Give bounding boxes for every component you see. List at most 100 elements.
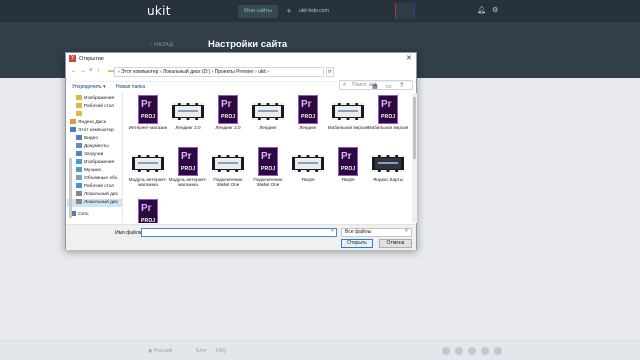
new-folder-button[interactable]: Новая папка (116, 84, 145, 90)
folder-icon (76, 95, 82, 100)
preview-pane-icon[interactable]: ▭ (386, 83, 392, 90)
odnoklassniki-icon[interactable] (455, 347, 463, 355)
back-link[interactable]: ‹ НАЗАД (150, 42, 173, 48)
file-item[interactable]: Pr PROJ Модуль интернет-магазина (168, 146, 208, 190)
file-item[interactable]: Pr PROJ Якоря (328, 146, 368, 190)
sidebar-item[interactable]: Объемные объ (67, 175, 122, 183)
app-icon: Y (69, 55, 76, 62)
vk-icon[interactable] (442, 347, 450, 355)
file-item[interactable]: Pr PROJ Лендинг 2.0 (208, 94, 248, 138)
forward-arrow-icon[interactable]: → (80, 68, 86, 74)
file-name: Модуль интернет-магазина (128, 177, 168, 187)
view-options-icon[interactable]: ▦ (372, 83, 378, 90)
sidebar-item-label: Музыка (84, 168, 101, 173)
site-preview-thumbnail (395, 3, 415, 19)
faq-link[interactable]: FAQ (216, 348, 226, 354)
command-bar: Упорядочить ▾ Новая папка ▦ ▭ ? (66, 81, 416, 92)
filename-input[interactable] (141, 228, 337, 237)
sidebar-item[interactable]: Этот компьютер (67, 127, 122, 135)
file-extension: PROJ (381, 114, 396, 120)
sidebar-item[interactable]: Рабочий стол (67, 183, 122, 191)
twitter-icon[interactable] (481, 347, 489, 355)
close-button[interactable]: ✕ (406, 54, 412, 62)
address-bar[interactable]: › Этот компьютер › Локальный диск (D:) ›… (114, 67, 324, 77)
file-name: Якоря (301, 177, 315, 182)
sidebar-item-label: Сеть (78, 212, 89, 217)
file-item[interactable]: Pr PROJ Мобильная версия (368, 94, 408, 138)
file-item[interactable]: Подключение Wallet One (208, 146, 248, 190)
facebook-icon[interactable] (468, 347, 476, 355)
desktop-icon (76, 183, 82, 188)
video-icon (76, 135, 82, 140)
file-item[interactable]: Pr PROJ Подключение Wallet One (248, 146, 288, 190)
premiere-project-icon: Pr PROJ (178, 147, 198, 176)
cloud-icon (70, 119, 76, 124)
open-button[interactable]: Открыть (341, 239, 373, 248)
chevron-down-icon[interactable]: ˅ (89, 68, 93, 74)
sidebar-item[interactable]: Локальный дис (67, 191, 122, 199)
ukit-logo[interactable]: ukit (147, 4, 171, 18)
sidebar-item[interactable]: Сеть (67, 211, 122, 219)
file-extension: PROJ (341, 166, 356, 172)
youtube-icon[interactable] (494, 347, 502, 355)
sidebar-item-label: Изображения (84, 160, 115, 165)
bell-icon[interactable]: 🔔︎ (477, 6, 486, 14)
sidebar-item-label: Яндекс.Диск (78, 120, 106, 125)
premiere-project-icon: Pr PROJ (138, 95, 158, 124)
organize-button[interactable]: Упорядочить ▾ (72, 84, 106, 90)
sidebar-item[interactable]: Загрузки (67, 151, 122, 159)
refresh-icon[interactable]: ⟳ (326, 67, 334, 77)
dialog-titlebar[interactable]: Y Открытие ✕ (66, 53, 416, 65)
filetype-select[interactable]: Все файлы (341, 228, 412, 237)
premiere-project-icon: Pr PROJ (138, 199, 158, 223)
premiere-project-icon: Pr PROJ (218, 95, 238, 124)
downloads-icon (76, 151, 82, 156)
file-item[interactable]: Pr PROJ Лендинг (288, 94, 328, 138)
add-site-button[interactable]: + (283, 5, 295, 18)
site-domain[interactable]: ukit-help.com (299, 8, 329, 14)
sidebar-item[interactable]: Яндекс.Диск (67, 119, 122, 127)
cancel-button[interactable]: Отмена (379, 239, 412, 248)
file-item[interactable]: Яндекс.Карты (368, 146, 408, 190)
sidebar-item[interactable] (67, 111, 122, 119)
file-item[interactable]: Pr PROJ Интернет-магазин (128, 94, 168, 138)
premiere-letters: Pr (341, 151, 352, 162)
file-name: Подключение Wallet One (253, 177, 283, 187)
up-arrow-icon[interactable]: ↑ (97, 68, 100, 74)
file-name: Подключение Wallet One (213, 177, 243, 187)
sidebar-item-label: Загрузки (84, 152, 104, 157)
sidebar-item[interactable]: Видео (67, 135, 122, 143)
music-icon (76, 167, 82, 172)
back-arrow-icon[interactable]: ← (71, 68, 77, 74)
computer-icon (70, 127, 76, 132)
filename-dropdown-icon[interactable]: ˅ (331, 228, 334, 234)
sidebar-item[interactable]: Музыка (67, 167, 122, 175)
filetype-dropdown-icon[interactable]: ˅ (405, 228, 408, 234)
premiere-project-icon: Pr PROJ (378, 95, 398, 124)
file-list: Pr PROJ Интернет-магазин Лендинг 2.0 Pr PROJ Л… (126, 93, 410, 223)
sidebar-item[interactable]: Изображения (67, 159, 122, 167)
file-item[interactable]: Модуль интернет-магазина (128, 146, 168, 190)
scrollbar-thumb[interactable] (413, 97, 416, 159)
sidebar-item[interactable]: Документы (67, 143, 122, 151)
file-item[interactable]: Pr PROJ (128, 198, 168, 223)
premiere-project-icon: Pr PROJ (258, 147, 278, 176)
sidebar-scrollbar[interactable] (69, 158, 72, 218)
sidebar-item[interactable]: Рабочий стол (67, 103, 122, 111)
blog-link[interactable]: Блог (196, 348, 207, 354)
file-item[interactable]: Мобильная версия (328, 94, 368, 138)
sidebar-item[interactable]: Локальный дис (67, 199, 122, 207)
help-icon[interactable]: ? (400, 83, 403, 89)
file-item[interactable]: Лендинг (248, 94, 288, 138)
language-selector[interactable]: ◉ Русский (148, 348, 172, 354)
gear-icon[interactable]: ⚙ (492, 6, 498, 14)
sidebar-item[interactable]: Изображения (67, 95, 122, 103)
file-item[interactable]: Якоря (288, 146, 328, 190)
file-item[interactable]: Лендинг 2.0 (168, 94, 208, 138)
drive-icon (76, 191, 82, 196)
file-extension: PROJ (141, 218, 156, 223)
my-sites-button[interactable]: Мои сайты (238, 5, 278, 18)
back-label: НАЗАД (154, 42, 174, 48)
file-name: Лендинг 2.0 (175, 125, 201, 130)
file-extension: PROJ (141, 114, 156, 120)
